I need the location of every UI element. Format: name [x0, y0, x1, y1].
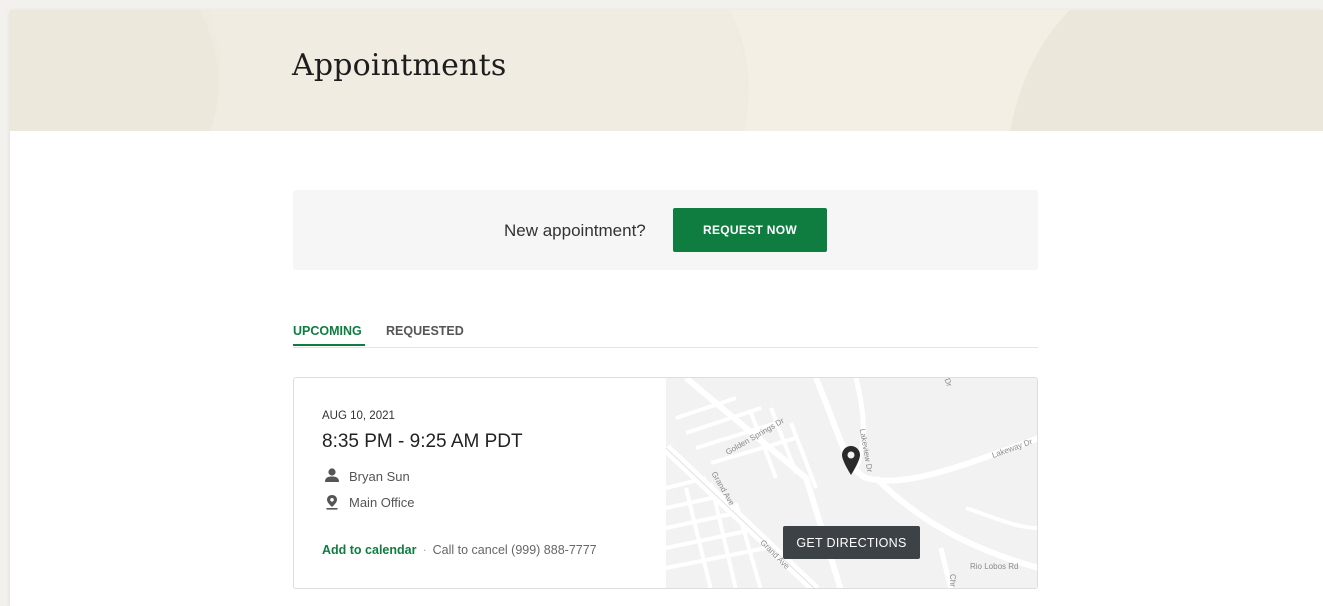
appointment-provider: Bryan Sun	[324, 468, 410, 484]
street-label-rio-lobos: Rio Lobos Rd	[970, 562, 1019, 571]
location-map[interactable]: Golden Springs Dr Grand Ave Grand Ave La…	[666, 378, 1037, 588]
tab-requested[interactable]: REQUESTED	[386, 324, 464, 344]
banner-decoration	[10, 10, 1323, 131]
page-title: Appointments	[292, 48, 507, 83]
new-appointment-banner: New appointment? REQUEST NOW	[293, 190, 1038, 270]
appointment-tabs: UPCOMING REQUESTED	[293, 320, 1038, 348]
appointment-time: 8:35 PM - 9:25 AM PDT	[322, 431, 523, 452]
person-icon	[324, 468, 342, 484]
tab-upcoming[interactable]: UPCOMING	[293, 324, 365, 346]
street-label-ch: Chr	[947, 574, 957, 587]
header-banner: Appointments	[10, 10, 1323, 131]
request-now-button[interactable]: REQUEST NOW	[673, 208, 827, 252]
get-directions-button[interactable]: GET DIRECTIONS	[783, 526, 920, 559]
map-pin-icon	[842, 446, 860, 476]
cancel-info: Call to cancel (999) 888-7777	[432, 543, 597, 557]
provider-name: Bryan Sun	[349, 468, 410, 484]
appointment-date: AUG 10, 2021	[322, 410, 395, 422]
appointment-card: AUG 10, 2021 8:35 PM - 9:25 AM PDT Bryan…	[293, 377, 1038, 589]
appointment-actions: Add to calendar · Call to cancel (999) 888…	[322, 543, 597, 557]
location-pin-icon	[324, 494, 342, 510]
separator: ·	[422, 543, 427, 557]
add-to-calendar-link[interactable]: Add to calendar	[322, 543, 416, 557]
new-appointment-prompt: New appointment?	[504, 221, 646, 240]
location-name: Main Office	[349, 494, 415, 510]
appointment-location: Main Office	[324, 494, 415, 510]
page: Appointments New appointment? REQUEST NO…	[10, 10, 1323, 606]
